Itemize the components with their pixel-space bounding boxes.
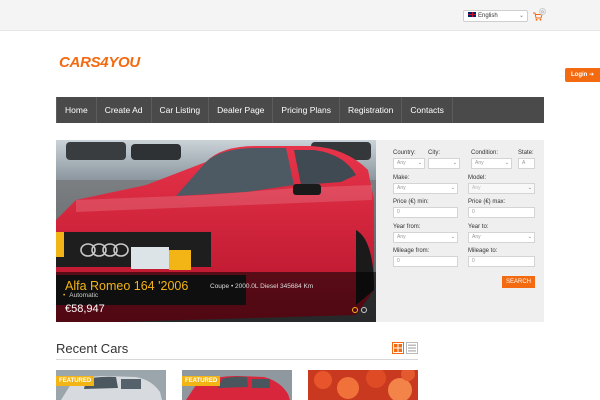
search-button[interactable]: SEARCH bbox=[502, 276, 535, 288]
country-label: Country: bbox=[393, 150, 416, 156]
price-max-label: Price (€) max: bbox=[468, 199, 506, 205]
recent-cars-heading: Recent Cars bbox=[56, 341, 129, 356]
language-select[interactable]: English ⌄ bbox=[463, 10, 528, 22]
bullet-icon: • bbox=[63, 292, 66, 299]
list-view-icon[interactable] bbox=[406, 342, 418, 354]
mileage-to-input[interactable]: 0 bbox=[468, 256, 535, 267]
chevron-down-icon: ⌄ bbox=[417, 160, 422, 166]
year-from-label: Year from: bbox=[393, 224, 421, 230]
featured-slider[interactable] bbox=[56, 140, 376, 322]
nav-item-dealer-page[interactable]: Dealer Page bbox=[209, 97, 274, 123]
recent-car-image-3 bbox=[308, 370, 418, 400]
state-label: State: bbox=[518, 150, 534, 156]
slide-car-price: €58,947 bbox=[65, 303, 105, 315]
slide-car-transmission: • Automatic bbox=[63, 292, 98, 299]
mileage-from-label: Mileage from: bbox=[393, 248, 430, 254]
city-label: City: bbox=[428, 150, 440, 156]
mileage-to-label: Mileage to: bbox=[468, 248, 498, 254]
slider-dot-2[interactable] bbox=[361, 307, 367, 313]
year-to-label: Year to: bbox=[468, 224, 489, 230]
nav-item-pricing-plans[interactable]: Pricing Plans bbox=[273, 97, 341, 123]
transmission-label: Automatic bbox=[69, 292, 99, 299]
site-logo[interactable]: CARS4YOU bbox=[59, 54, 140, 71]
year-from-value: Any bbox=[397, 234, 406, 240]
login-label: Login bbox=[570, 72, 588, 78]
price-max-input[interactable]: 0 bbox=[468, 207, 535, 218]
nav-item-car-listing[interactable]: Car Listing bbox=[152, 97, 210, 123]
country-value: Any bbox=[397, 160, 406, 166]
nav-item-create-ad[interactable]: Create Ad bbox=[97, 97, 152, 123]
price-min-label: Price (€) min: bbox=[393, 199, 429, 205]
uk-flag-icon bbox=[468, 12, 476, 17]
model-select[interactable]: Any ⌄ bbox=[468, 183, 535, 194]
nav-item-registration[interactable]: Registration bbox=[340, 97, 403, 123]
model-value: Any bbox=[472, 185, 481, 191]
chevron-down-icon: ⌄ bbox=[450, 234, 455, 240]
chevron-down-icon: ⌄ bbox=[450, 185, 455, 191]
country-select[interactable]: Any ⌄ bbox=[393, 158, 425, 169]
chevron-down-icon: ⌄ bbox=[518, 13, 524, 19]
condition-label: Condition: bbox=[471, 150, 499, 156]
featured-badge: FEATURED bbox=[56, 376, 95, 386]
year-from-select[interactable]: Any ⌄ bbox=[393, 232, 458, 243]
slide-car-title[interactable]: Alfa Romeo 164 '2006 bbox=[65, 279, 188, 293]
model-label: Model: bbox=[468, 175, 487, 181]
condition-value: Any bbox=[475, 160, 484, 166]
condition-select[interactable]: Any ⌄ bbox=[471, 158, 512, 169]
chevron-down-icon: ⌄ bbox=[527, 185, 532, 191]
cart-count-badge: 0 bbox=[539, 8, 546, 15]
grid-view-icon[interactable] bbox=[392, 342, 404, 354]
year-to-value: Any bbox=[472, 234, 481, 240]
make-label: Make: bbox=[393, 175, 410, 181]
login-button[interactable]: Login ➔ bbox=[565, 68, 600, 82]
slide-car-meta: Coupe • 2000.0L Diesel 345684 Km bbox=[210, 283, 314, 290]
nav-item-contacts[interactable]: Contacts bbox=[402, 97, 453, 123]
state-select[interactable]: A bbox=[518, 158, 535, 169]
main-nav: Home Create Ad Car Listing Dealer Page P… bbox=[56, 97, 544, 123]
section-divider bbox=[56, 359, 418, 360]
mileage-from-input[interactable]: 0 bbox=[393, 256, 458, 267]
chevron-down-icon: ⌄ bbox=[452, 160, 457, 166]
city-select[interactable]: ⌄ bbox=[428, 158, 460, 169]
featured-badge: FEATURED bbox=[182, 376, 221, 386]
login-arrow-icon: ➔ bbox=[588, 72, 595, 78]
year-to-select[interactable]: Any ⌄ bbox=[468, 232, 535, 243]
chevron-down-icon: ⌄ bbox=[527, 234, 532, 240]
language-label: English bbox=[478, 13, 498, 19]
nav-item-home[interactable]: Home bbox=[56, 97, 97, 123]
chevron-down-icon: ⌄ bbox=[504, 160, 509, 166]
state-value: A bbox=[522, 160, 526, 166]
recent-car-card-3[interactable] bbox=[308, 370, 418, 400]
price-min-input[interactable]: 0 bbox=[393, 207, 458, 218]
make-select[interactable]: Any ⌄ bbox=[393, 183, 458, 194]
slider-dot-1[interactable] bbox=[352, 307, 358, 313]
make-value: Any bbox=[397, 185, 406, 191]
